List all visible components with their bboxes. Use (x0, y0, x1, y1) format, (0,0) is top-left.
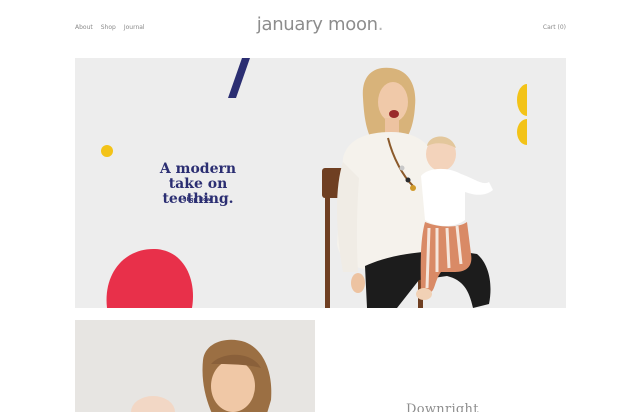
mother-face (211, 360, 255, 412)
brand-dot: . (377, 14, 384, 35)
red-blob-shape (106, 248, 193, 308)
shop-now-button[interactable]: Shop Now (183, 197, 211, 203)
mother-baby-photo (75, 320, 315, 412)
photo-background (75, 320, 315, 412)
brand-name: january moon (256, 14, 378, 35)
navy-stroke-shape (228, 58, 250, 98)
secondary-image (75, 320, 315, 412)
cart-link[interactable]: Cart (0) (543, 24, 566, 31)
yellow-halfmoon-bottom-shape (517, 119, 527, 145)
hero-banner: A modern take on teething. Shop Now (75, 58, 566, 308)
yellow-halfmoon-top-shape (517, 84, 527, 116)
hero-title-line1: A modern (159, 161, 237, 177)
yellow-dot-shape (101, 145, 113, 157)
secondary-heading: Downright (406, 402, 479, 412)
